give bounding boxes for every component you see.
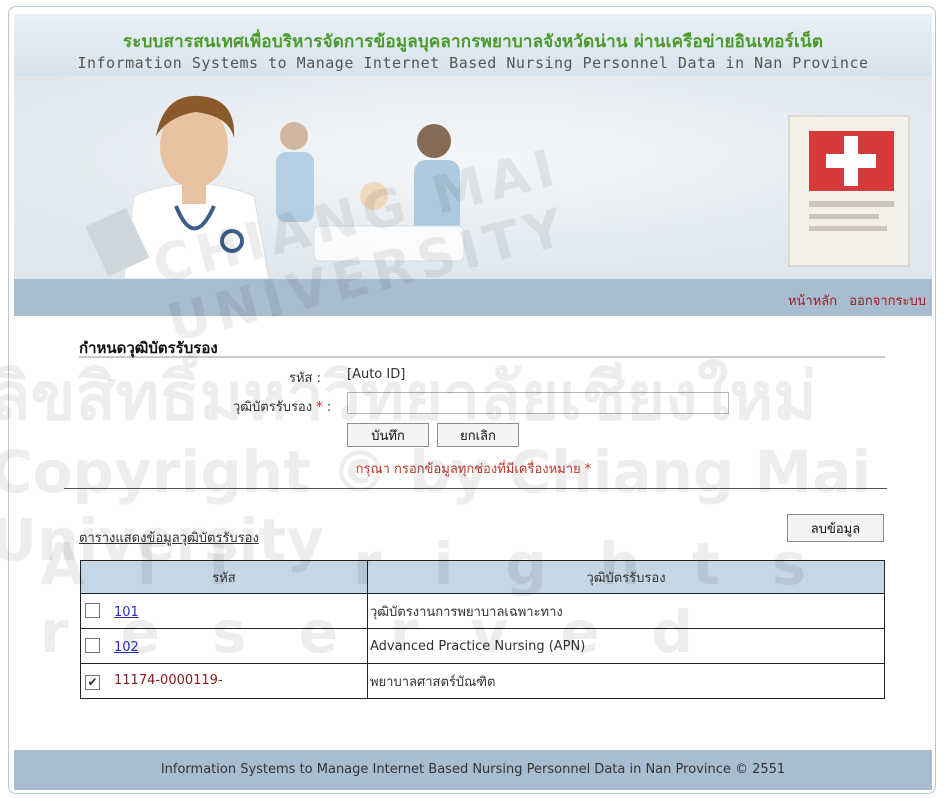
- site-header: ระบบสารสนเทศเพื่อบริหารจัดการข้อมูลบุคลา…: [14, 14, 932, 76]
- certificate-input[interactable]: [347, 392, 729, 414]
- certificate-label-text: วุฒิบัตรรับรอง: [233, 400, 313, 415]
- required-mark: *: [316, 400, 323, 415]
- required-fields-warning: กรุณา กรอกข้อมูลทุกช่องที่มีเครื่องหมาย …: [355, 462, 592, 477]
- row-checkbox[interactable]: [85, 637, 100, 653]
- section-title: กำหนดวุฒิบัตรรับรอง: [79, 336, 885, 358]
- first-aid-kit-image: [788, 115, 910, 267]
- row-code-cell: 101: [80, 593, 368, 629]
- nav-home-link[interactable]: หน้าหลัก: [788, 294, 837, 309]
- table-row: 101 วุฒิบัตรงานการพยาบาลเฉพาะทาง: [80, 593, 885, 629]
- navigation-bar: หน้าหลัก ออกจากระบบ: [14, 279, 932, 316]
- certificate-label-colon: :: [326, 400, 332, 415]
- site-title-english: Information Systems to Manage Internet B…: [77, 54, 869, 72]
- cancel-button[interactable]: ยกเลิก: [437, 423, 519, 447]
- row-code-cell: ✔ 11174-0000119-: [80, 663, 368, 699]
- column-header-code: รหัส: [80, 560, 368, 594]
- header-banner-image: [14, 76, 932, 279]
- nav-logout-link[interactable]: ออกจากระบบ: [849, 294, 926, 309]
- delete-button[interactable]: ลบข้อมูล: [787, 514, 884, 542]
- banner-illustration: [14, 76, 932, 279]
- row-code-selected: 11174-0000119-: [114, 672, 223, 688]
- row-checkbox[interactable]: [85, 602, 100, 618]
- section-divider: [64, 488, 887, 489]
- table-row: 102 Advanced Practice Nursing (APN): [80, 628, 885, 664]
- table-row: ✔ 11174-0000119- พยาบาลศาสตร์บัณฑิต: [80, 663, 885, 699]
- row-checkbox-checked[interactable]: ✔: [85, 674, 100, 690]
- row-code-cell: 102: [80, 628, 368, 664]
- row-certificate-name: Advanced Practice Nursing (APN): [367, 628, 885, 664]
- row-certificate-name: วุฒิบัตรงานการพยาบาลเฉพาะทาง: [367, 593, 885, 629]
- site-title-thai: ระบบสารสนเทศเพื่อบริหารจัดการข้อมูลบุคลา…: [122, 32, 824, 52]
- table-header-row: รหัส วุฒิบัตรรับรอง: [80, 560, 885, 594]
- footer: Information Systems to Manage Internet B…: [14, 750, 932, 790]
- code-label: รหัส :: [289, 371, 321, 386]
- checkmark-icon: ✔: [87, 674, 98, 689]
- column-header-certificate: วุฒิบัตรรับรอง: [367, 560, 885, 594]
- certificate-table: รหัส วุฒิบัตรรับรอง 101 วุฒิบัตรงานการพย…: [80, 560, 885, 699]
- row-certificate-name: พยาบาลศาสตร์บัณฑิต: [367, 663, 885, 699]
- certificate-label: วุฒิบัตรรับรอง * :: [233, 396, 331, 417]
- save-button[interactable]: บันทึก: [347, 423, 429, 447]
- row-code-link[interactable]: 101: [114, 605, 139, 620]
- code-value: [Auto ID]: [347, 367, 406, 382]
- row-code-link[interactable]: 102: [114, 640, 139, 655]
- table-title: ตารางแสดงข้อมูลวุฒิบัตรรับรอง: [79, 531, 259, 546]
